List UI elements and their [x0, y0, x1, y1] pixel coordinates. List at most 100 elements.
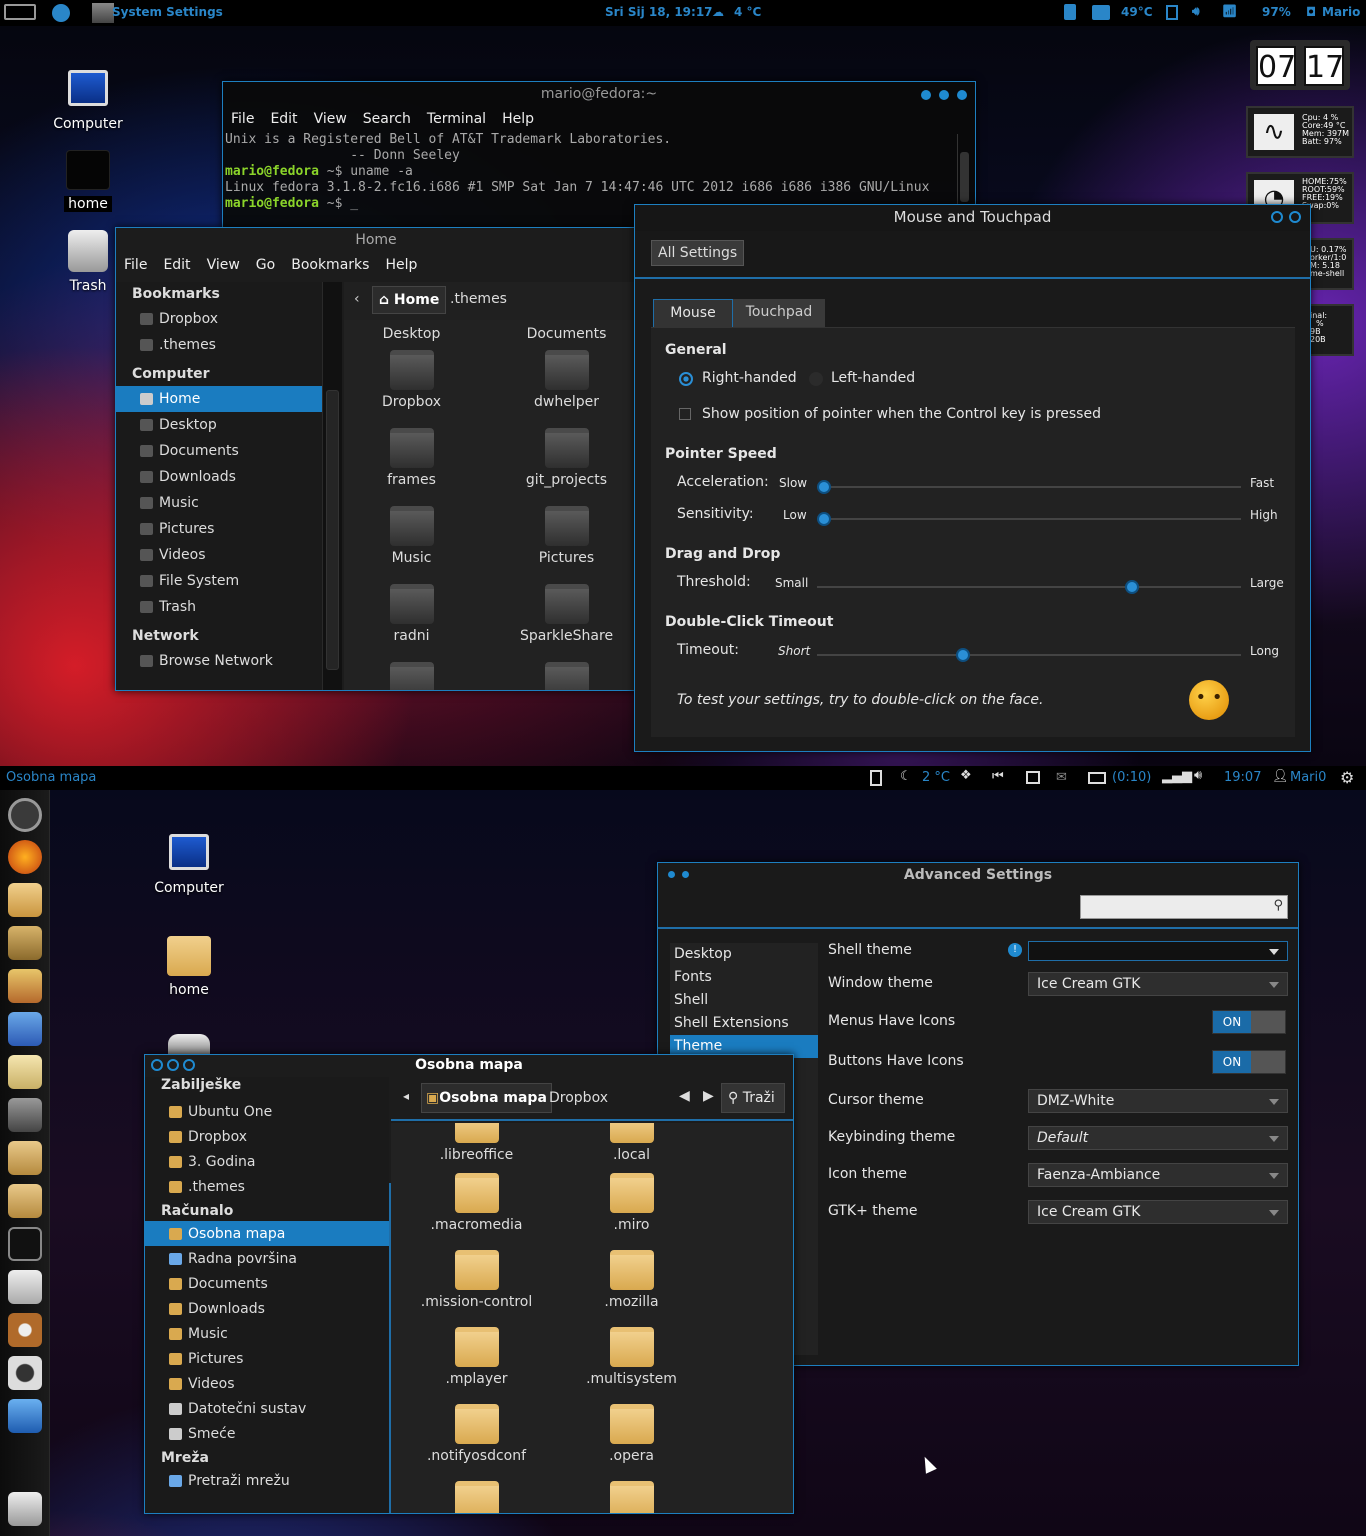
menu-view[interactable]: View: [314, 111, 347, 127]
menu-file[interactable]: File: [231, 111, 254, 127]
wifi-icon[interactable]: 📶︎: [1222, 4, 1237, 18]
cursor-theme-dropdown[interactable]: DMZ-White: [1028, 1089, 1288, 1113]
window-button[interactable]: [183, 1059, 195, 1071]
menu-edit[interactable]: Edit: [270, 111, 297, 127]
file-item[interactable]: .mission-control: [399, 1240, 554, 1317]
scrollbar-thumb[interactable]: [960, 152, 969, 202]
nautilus-window-bottom[interactable]: Osobna mapa Zabilješke Ubuntu One Dropbo…: [144, 1054, 794, 1514]
clipboard-icon[interactable]: [1166, 5, 1178, 20]
clipboard-icon[interactable]: [870, 770, 882, 786]
sidebar-item-trash[interactable]: Trash: [116, 594, 322, 620]
sidebar-item-browse-network[interactable]: Browse Network: [116, 648, 322, 674]
all-settings-button[interactable]: All Settings: [651, 240, 745, 266]
mouse-settings-window[interactable]: Mouse and Touchpad All Settings Mouse To…: [634, 204, 1311, 752]
file-item[interactable]: Pictures: [489, 500, 636, 578]
path-button-home[interactable]: ⌂ Home: [372, 286, 447, 314]
panel-clock[interactable]: 19:07: [1224, 770, 1261, 785]
info-icon[interactable]: !: [1008, 943, 1022, 957]
messenger-icon[interactable]: [8, 1012, 42, 1046]
sidebar-item-desktop[interactable]: Desktop: [116, 412, 322, 438]
menu-help[interactable]: Help: [385, 257, 417, 273]
category-fonts[interactable]: Fonts: [670, 966, 818, 989]
file-item[interactable]: .local: [554, 1123, 709, 1163]
file-item[interactable]: .multisystem: [554, 1317, 709, 1394]
terminal-output[interactable]: Unix is a Registered Bell of AT&T Tradem…: [223, 130, 975, 214]
menu-bookmarks[interactable]: Bookmarks: [291, 257, 369, 273]
sidebar-item-documents[interactable]: Documents: [116, 438, 322, 464]
window-icon[interactable]: [1026, 771, 1040, 784]
user-menu[interactable]: Mari0: [1290, 770, 1326, 785]
search-input[interactable]: ⚲: [1080, 895, 1288, 919]
sidebar-item-network[interactable]: Pretraži mrežu: [145, 1468, 389, 1493]
window-button[interactable]: [1289, 211, 1301, 223]
file-view[interactable]: .libreoffice .local .macromedia .miro .m…: [391, 1123, 793, 1513]
menu-view[interactable]: View: [207, 257, 240, 273]
dash-icon[interactable]: [8, 798, 42, 832]
workspace-switcher-icon[interactable]: [8, 1399, 42, 1433]
back-arrow-icon[interactable]: ‹: [354, 291, 360, 307]
volume-icon[interactable]: 🔊︎: [1194, 768, 1202, 783]
show-pointer-checkbox[interactable]: [679, 408, 691, 420]
path-button-home[interactable]: ▣Osobna mapa: [421, 1083, 552, 1113]
file-item[interactable]: .macromedia: [399, 1163, 554, 1240]
file-item[interactable]: .opera: [554, 1394, 709, 1471]
battery-icon[interactable]: [1088, 772, 1106, 784]
sidebar-item-downloads[interactable]: Downloads: [116, 464, 322, 490]
sensitivity-slider[interactable]: [817, 512, 1241, 526]
sidebar-item-godina[interactable]: 3. Godina: [145, 1149, 389, 1174]
sidebar-item-music[interactable]: Music: [145, 1321, 389, 1346]
file-view[interactable]: Desktop Documents Dropbox dwhelper frame…: [344, 320, 636, 690]
mail-icon[interactable]: ✉: [1056, 770, 1067, 785]
dropbox-icon[interactable]: ❖: [960, 768, 972, 783]
volume-icon[interactable]: 🔊︎: [1192, 4, 1200, 19]
test-face-icon[interactable]: • •: [1189, 680, 1229, 720]
sidebar-item-dropbox[interactable]: Dropbox: [116, 306, 322, 332]
timeout-slider[interactable]: [817, 648, 1241, 662]
window-button[interactable]: [1271, 211, 1283, 223]
menu-help[interactable]: Help: [502, 111, 534, 127]
buttons-icons-toggle[interactable]: ON: [1212, 1050, 1286, 1074]
menus-icons-toggle[interactable]: ON: [1212, 1010, 1286, 1034]
file-item[interactable]: .mozilla: [554, 1240, 709, 1317]
terminal-icon[interactable]: [8, 1227, 42, 1261]
window-theme-dropdown[interactable]: Ice Cream GTK: [1028, 972, 1288, 996]
sidebar-item-themes[interactable]: .themes: [116, 332, 322, 358]
text-editor-icon[interactable]: [8, 1055, 42, 1089]
previous-icon[interactable]: ⏮: [992, 769, 1004, 784]
shell-theme-dropdown[interactable]: [1028, 941, 1288, 961]
desktop-icon-computer[interactable]: Computer: [43, 70, 133, 132]
window-dot[interactable]: [939, 90, 949, 100]
timeout-slider-thumb[interactable]: [956, 648, 971, 662]
sidebar-item-downloads[interactable]: Downloads: [145, 1296, 389, 1321]
sidebar-scrollbar[interactable]: [322, 282, 342, 690]
cpu-temp[interactable]: 49°C: [1121, 5, 1153, 19]
file-item[interactable]: dwhelper: [489, 344, 636, 422]
document-viewer-icon[interactable]: [8, 926, 42, 960]
weather-temp[interactable]: 2 °C: [922, 770, 950, 785]
left-handed-radio[interactable]: [809, 372, 823, 386]
sidebar-item-desktop[interactable]: Radna površina: [145, 1246, 389, 1271]
active-app-title[interactable]: System Settings: [112, 5, 223, 19]
sidebar-item-pictures[interactable]: Pictures: [145, 1346, 389, 1371]
file-item[interactable]: [554, 1471, 709, 1513]
category-desktop[interactable]: Desktop: [670, 943, 818, 966]
file-item[interactable]: .notifyosdconf: [399, 1394, 554, 1471]
settings-icon[interactable]: [8, 1098, 42, 1132]
scrollbar-thumb[interactable]: [326, 390, 339, 670]
battery-status[interactable]: 97%: [1262, 5, 1291, 19]
desktop-icon-home[interactable]: home: [43, 150, 133, 212]
arrow-left-icon[interactable]: ◀: [679, 1088, 690, 1104]
file-item[interactable]: .mplayer: [399, 1317, 554, 1394]
sensitivity-slider-thumb[interactable]: [817, 512, 831, 526]
tab-mouse[interactable]: Mouse: [653, 299, 733, 327]
window-dot[interactable]: [682, 871, 689, 878]
threshold-slider[interactable]: [817, 580, 1241, 594]
sidebar-item-pictures[interactable]: Pictures: [116, 516, 322, 542]
arrow-right-icon[interactable]: ▶: [703, 1088, 714, 1104]
right-handed-radio[interactable]: [679, 372, 693, 386]
file-item[interactable]: [399, 1471, 554, 1513]
battery-time[interactable]: (0:10): [1112, 770, 1151, 785]
user-menu[interactable]: Mario: [1322, 5, 1360, 19]
file-item[interactable]: .libreoffice: [399, 1123, 554, 1163]
file-item[interactable]: Music: [344, 500, 489, 578]
